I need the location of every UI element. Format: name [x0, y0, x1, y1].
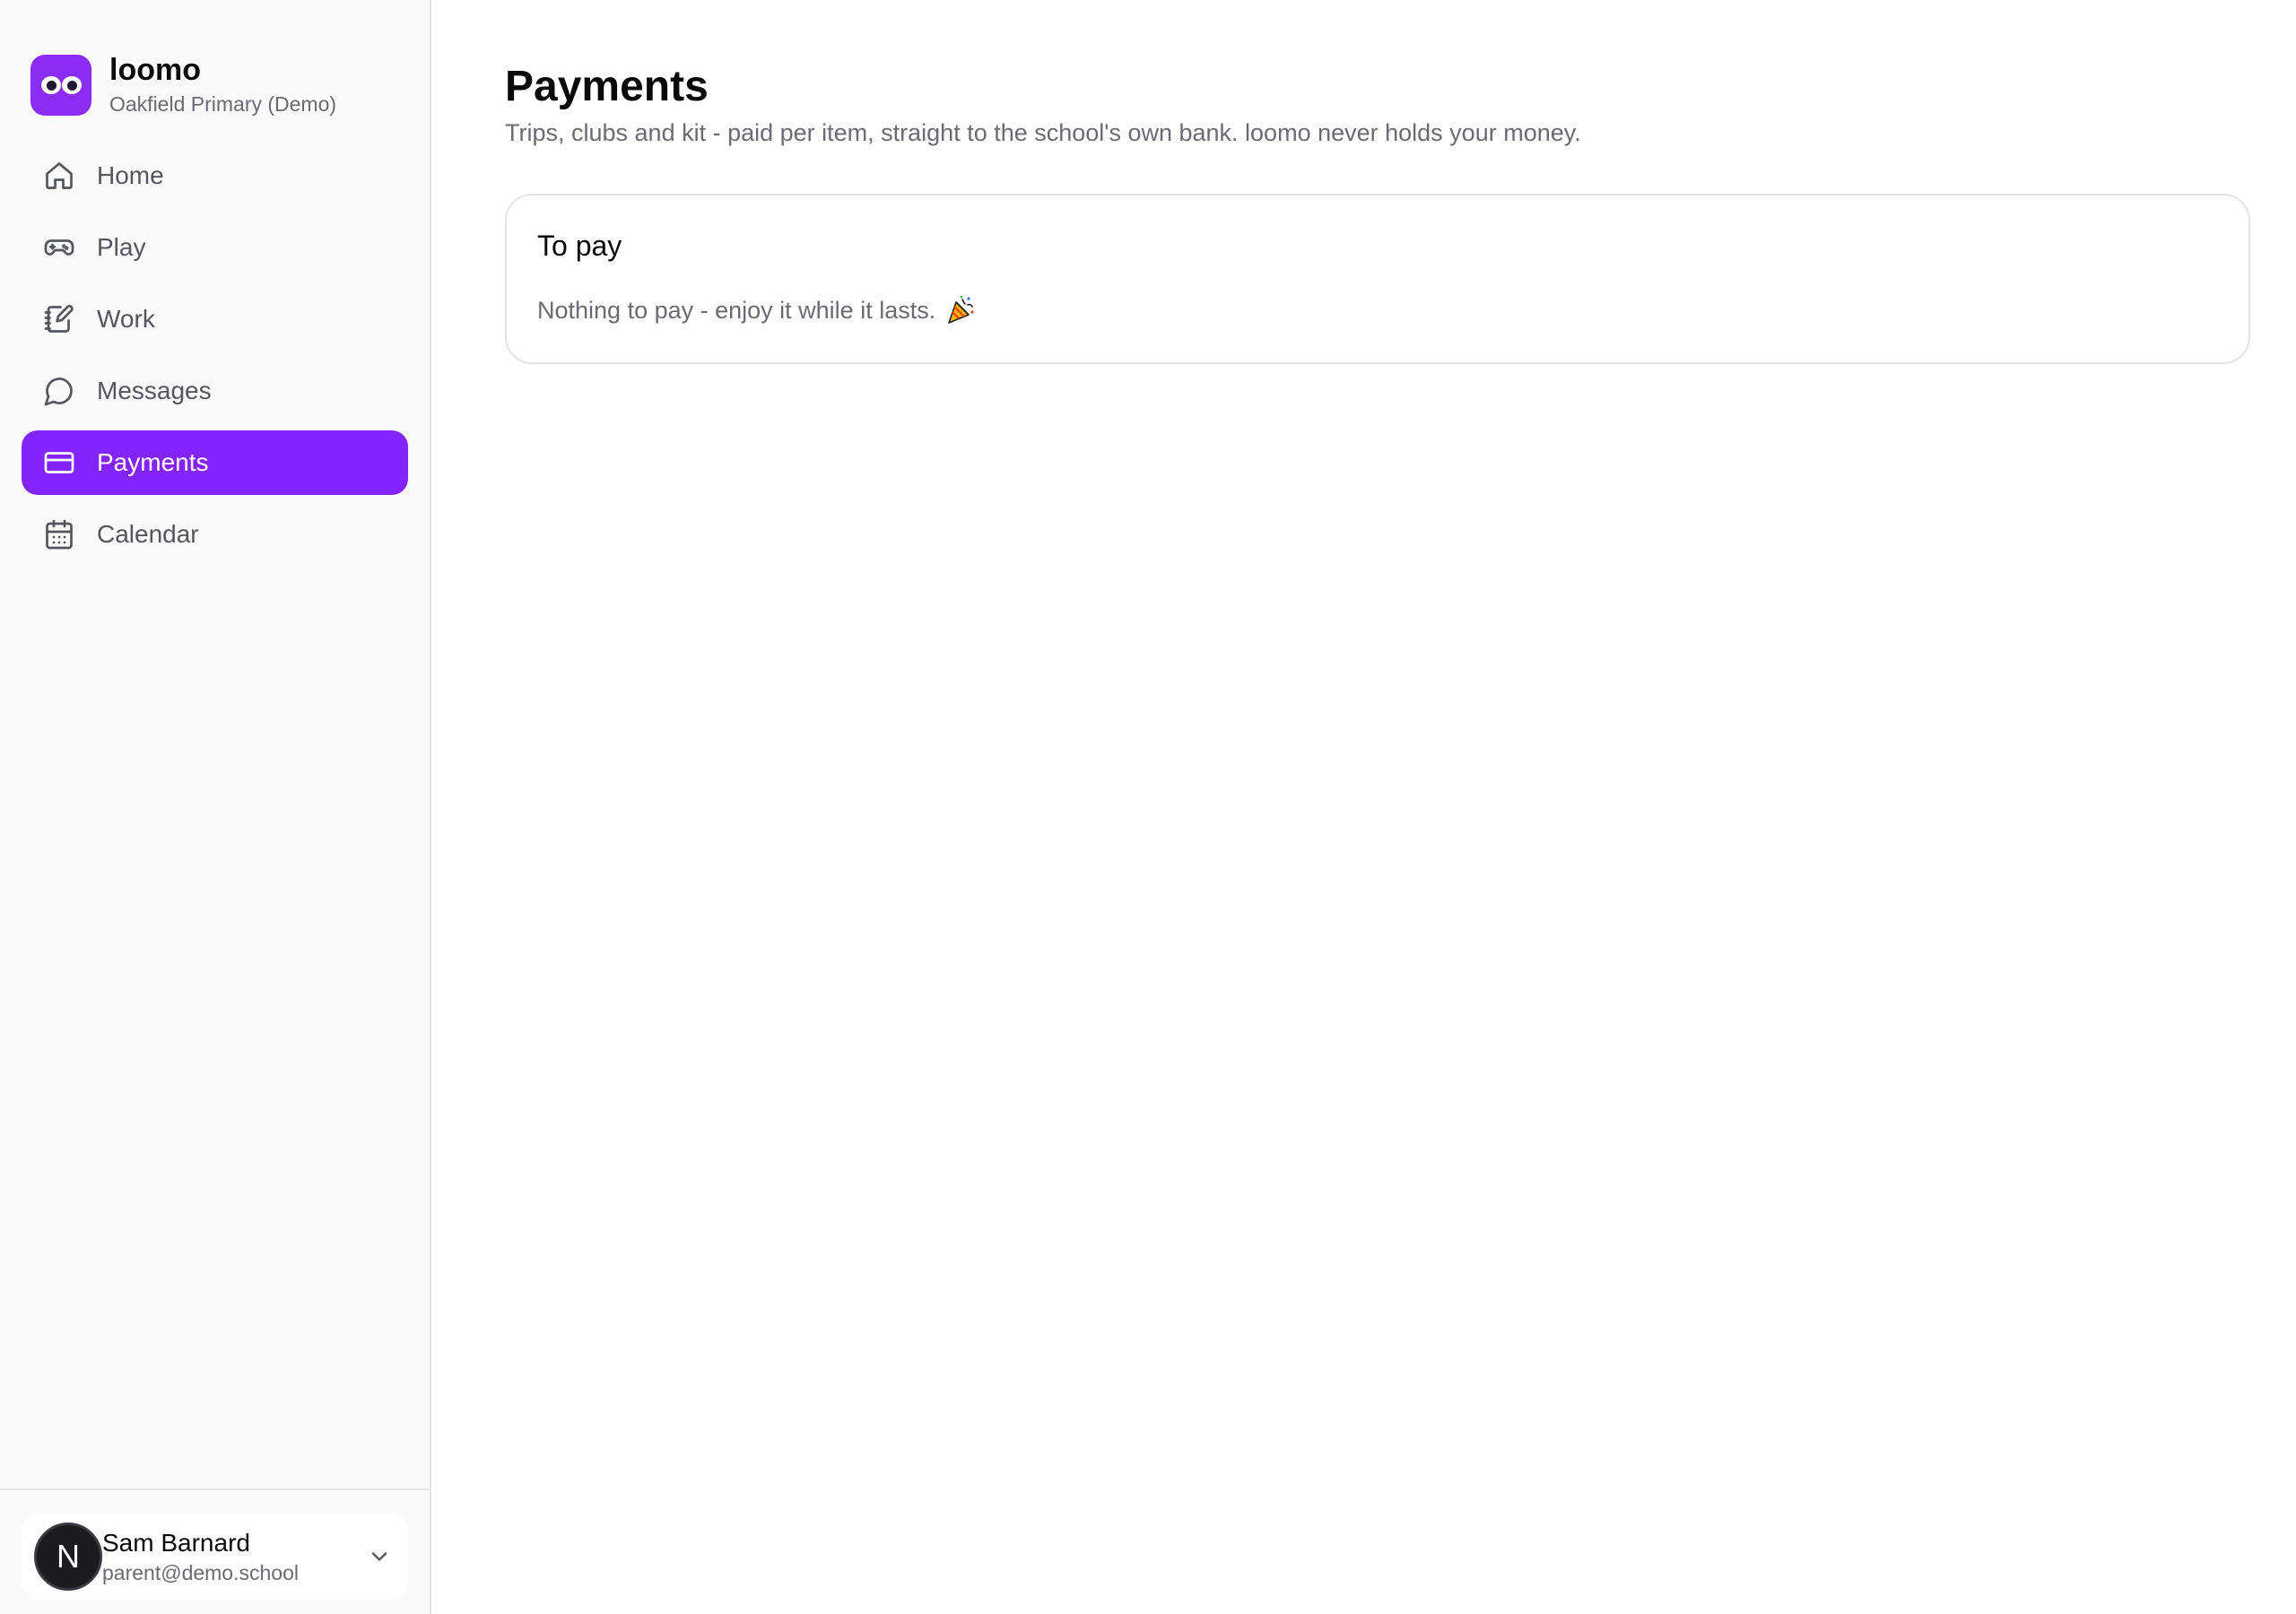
- home-icon: [43, 160, 75, 192]
- sidebar-footer: N Sam Barnard parent@demo.school: [0, 1488, 430, 1614]
- credit-card-icon: [43, 447, 75, 479]
- empty-message: Nothing to pay - enjoy it while it lasts…: [537, 297, 936, 324]
- sidebar: loomo Oakfield Primary (Demo) Home Play …: [0, 0, 431, 1614]
- gamepad-icon: [43, 231, 75, 264]
- user-name: Sam Barnard: [102, 1529, 250, 1557]
- sidebar-item-label: Play: [97, 233, 146, 261]
- sidebar-item-play[interactable]: Play: [22, 215, 408, 280]
- school-name: Oakfield Primary (Demo): [109, 92, 337, 116]
- app: loomo Oakfield Primary (Demo) Home Play …: [0, 0, 2296, 1614]
- page-subtitle: Trips, clubs and kit - paid per item, st…: [505, 119, 1581, 146]
- user-email: parent@demo.school: [102, 1561, 299, 1584]
- page-title: Payments: [505, 63, 709, 110]
- user-info: Sam Barnard parent@demo.school: [102, 1527, 299, 1586]
- sidebar-item-payments[interactable]: Payments: [22, 430, 408, 495]
- main-content: Payments Trips, clubs and kit - paid per…: [431, 0, 2296, 1614]
- sidebar-item-label: Payments: [97, 448, 209, 476]
- to-pay-card: To pay Nothing to pay - enjoy it while i…: [505, 194, 2250, 364]
- avatar: N: [34, 1523, 102, 1591]
- chevron-down-icon[interactable]: [367, 1544, 392, 1569]
- eyes-logo-icon: [30, 55, 91, 116]
- sidebar-item-label: Home: [97, 161, 164, 189]
- sidebar-item-label: Work: [97, 305, 155, 333]
- notebook-pen-icon: [43, 303, 75, 335]
- sidebar-item-calendar[interactable]: Calendar: [22, 502, 408, 567]
- party-popper-icon: [948, 295, 974, 324]
- sidebar-item-home[interactable]: Home: [22, 143, 408, 208]
- calendar-icon: [43, 518, 75, 551]
- sidebar-item-messages[interactable]: Messages: [22, 359, 408, 423]
- sidebar-item-label: Calendar: [97, 520, 199, 548]
- to-pay-empty-state: Nothing to pay - enjoy it while it lasts…: [537, 294, 2248, 326]
- brand-text: loomo Oakfield Primary (Demo): [109, 52, 336, 118]
- chat-bubble-icon: [43, 375, 75, 407]
- sidebar-item-label: Messages: [97, 377, 212, 404]
- user-menu[interactable]: N Sam Barnard parent@demo.school: [22, 1514, 408, 1600]
- sidebar-nav: Home Play Work Messages Payments Calenda…: [0, 138, 430, 567]
- brand: loomo Oakfield Primary (Demo): [0, 0, 430, 138]
- sidebar-item-work[interactable]: Work: [22, 287, 408, 351]
- to-pay-title: To pay: [537, 230, 622, 262]
- brand-name: loomo: [109, 53, 201, 87]
